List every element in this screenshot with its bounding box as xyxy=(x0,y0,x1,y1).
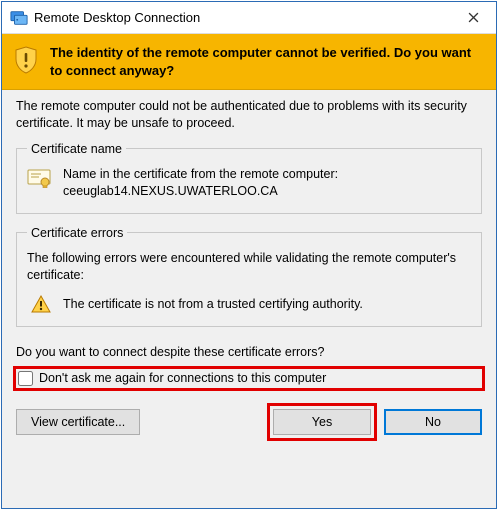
no-button[interactable]: No xyxy=(384,409,482,435)
view-certificate-button[interactable]: View certificate... xyxy=(16,409,140,435)
dont-ask-label: Don't ask me again for connections to th… xyxy=(39,371,326,385)
connect-prompt: Do you want to connect despite these cer… xyxy=(16,345,482,359)
cert-name-block: Name in the certificate from the remote … xyxy=(63,166,338,201)
dialog-window: Remote Desktop Connection The identity o… xyxy=(1,1,497,509)
cert-error-text: The certificate is not from a trusted ce… xyxy=(63,297,363,311)
window-title: Remote Desktop Connection xyxy=(34,10,450,25)
certificate-icon xyxy=(27,168,51,188)
yes-highlight: Yes xyxy=(270,406,374,438)
rdc-app-icon xyxy=(10,9,28,27)
cert-name-legend: Certificate name xyxy=(27,142,126,156)
titlebar: Remote Desktop Connection xyxy=(2,2,496,34)
warning-banner: The identity of the remote computer cann… xyxy=(2,34,496,90)
dont-ask-checkbox-row[interactable]: Don't ask me again for connections to th… xyxy=(16,369,482,388)
shield-warning-icon xyxy=(14,46,38,74)
warning-triangle-icon xyxy=(31,294,51,314)
cert-name-value: ceeuglab14.NEXUS.UWATERLOO.CA xyxy=(63,183,338,201)
button-row: View certificate... Yes No xyxy=(16,406,482,438)
cert-name-label: Name in the certificate from the remote … xyxy=(63,166,338,184)
banner-text: The identity of the remote computer cann… xyxy=(50,44,484,79)
explanation-text: The remote computer could not be authent… xyxy=(16,98,482,132)
dont-ask-checkbox[interactable] xyxy=(18,371,33,386)
cert-error-item: The certificate is not from a trusted ce… xyxy=(27,294,471,314)
cert-errors-intro: The following errors were encountered wh… xyxy=(27,250,471,284)
certificate-errors-group: Certificate errors The following errors … xyxy=(16,226,482,327)
close-button[interactable] xyxy=(450,2,496,34)
cert-errors-legend: Certificate errors xyxy=(27,226,127,240)
dialog-body: The remote computer could not be authent… xyxy=(2,90,496,508)
certificate-name-group: Certificate name Name in the certificate… xyxy=(16,142,482,214)
close-icon xyxy=(468,10,479,26)
yes-button[interactable]: Yes xyxy=(273,409,371,435)
